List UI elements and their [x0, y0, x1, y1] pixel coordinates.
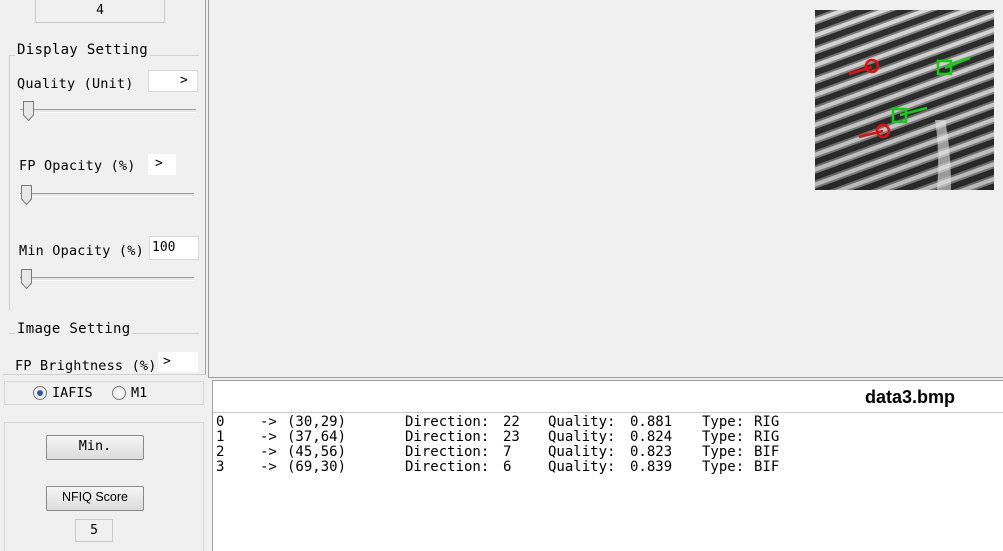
minutiae-dir: 7 [503, 444, 512, 460]
quality-input[interactable]: > [148, 70, 198, 92]
fp-opacity-label: FP Opacity (%) [19, 158, 136, 174]
quality-arrow: > [180, 73, 188, 88]
fingerprint-image [815, 10, 994, 190]
minutiae-arrow: -> [260, 414, 277, 430]
minutiae-idx: 0 [216, 414, 225, 430]
minutiae-q-label: Quality: [548, 444, 616, 460]
file-name-label: data3.bmp [864, 387, 955, 407]
fp-brightness-label: FP Brightness (%) [15, 358, 157, 374]
fp-opacity-input[interactable]: > [148, 154, 198, 175]
m1-label[interactable]: M1 [131, 385, 147, 401]
fp-opacity-arrow: > [155, 156, 163, 171]
iafis-radio[interactable] [33, 386, 47, 400]
minutiae-count-field: 4 [35, 0, 165, 23]
min-button[interactable]: Min. [46, 435, 144, 460]
minutiae-idx: 3 [216, 459, 225, 475]
min-opacity-slider-thumb[interactable] [21, 269, 32, 289]
fp-brightness-input[interactable]: > [158, 352, 198, 372]
minutiae-coord: (30,29) [287, 414, 347, 430]
minutiae-coord: (69,30) [287, 459, 347, 475]
group-border-left [9, 55, 10, 310]
minutiae-type: BIF [754, 459, 780, 475]
minutiae-arrow: -> [260, 459, 277, 475]
minutiae-dir-label: Direction: [405, 459, 490, 475]
minutiae-quality: 0.823 [630, 444, 673, 460]
display-setting-title: Display Setting [15, 42, 150, 58]
minutiae-t-label: Type: [702, 429, 745, 445]
quality-slider-thumb[interactable] [23, 101, 34, 121]
minutiae-results-panel: data3.bmp 0 -> (30,29) Direction: 22 Quality:… [212, 380, 1003, 551]
quality-label: Quality (Unit) [17, 76, 134, 92]
minutiae-t-label: Type: [702, 459, 745, 475]
minutiae-idx: 1 [216, 429, 225, 445]
minutiae-type: RIG [754, 429, 780, 445]
m1-radio[interactable] [112, 386, 126, 400]
minutiae-dir: 22 [503, 414, 520, 430]
nfiq-score-value: 5 [75, 519, 113, 542]
minutiae-t-label: Type: [702, 444, 745, 460]
nfiq-score-button[interactable]: NFIQ Score [46, 486, 144, 511]
minutiae-dir-label: Direction: [405, 444, 490, 460]
settings-scroll-area: 4 Display Setting Quality (Unit) > FP Op… [3, 0, 206, 375]
results-divider [213, 412, 1003, 413]
min-opacity-slider-track[interactable] [20, 277, 194, 281]
minutiae-q-label: Quality: [548, 414, 616, 430]
quality-slider-track[interactable] [20, 109, 196, 113]
standard-selector: IAFIS M1 [4, 381, 204, 405]
minutiae-idx: 2 [216, 444, 225, 460]
minutiae-quality: 0.839 [630, 459, 673, 475]
fp-opacity-slider-track[interactable] [20, 193, 194, 197]
minutiae-q-label: Quality: [548, 429, 616, 445]
minutiae-arrow: -> [260, 444, 277, 460]
minutiae-quality: 0.824 [630, 429, 673, 445]
minutiae-dir-label: Direction: [405, 429, 490, 445]
minutiae-coord: (37,64) [287, 429, 347, 445]
minutiae-q-label: Quality: [548, 459, 616, 475]
minutiae-coord: (45,56) [287, 444, 347, 460]
minutiae-type: BIF [754, 444, 780, 460]
minutiae-arrow: -> [260, 429, 277, 445]
minutiae-t-label: Type: [702, 414, 745, 430]
minutiae-dir: 23 [503, 429, 520, 445]
min-opacity-label: Min Opacity (%) [19, 243, 144, 259]
minutiae-dir-label: Direction: [405, 414, 490, 430]
iafis-label[interactable]: IAFIS [52, 385, 93, 401]
minutiae-type: RIG [754, 414, 780, 430]
fp-opacity-slider-thumb[interactable] [21, 185, 32, 205]
minutiae-dir: 6 [503, 459, 512, 475]
settings-panel: 4 Display Setting Quality (Unit) > FP Op… [0, 0, 208, 551]
fp-brightness-arrow: > [163, 354, 171, 369]
image-setting-title: Image Setting [15, 321, 133, 337]
minutiae-quality: 0.881 [630, 414, 673, 430]
min-opacity-input[interactable]: 100 [149, 236, 199, 260]
